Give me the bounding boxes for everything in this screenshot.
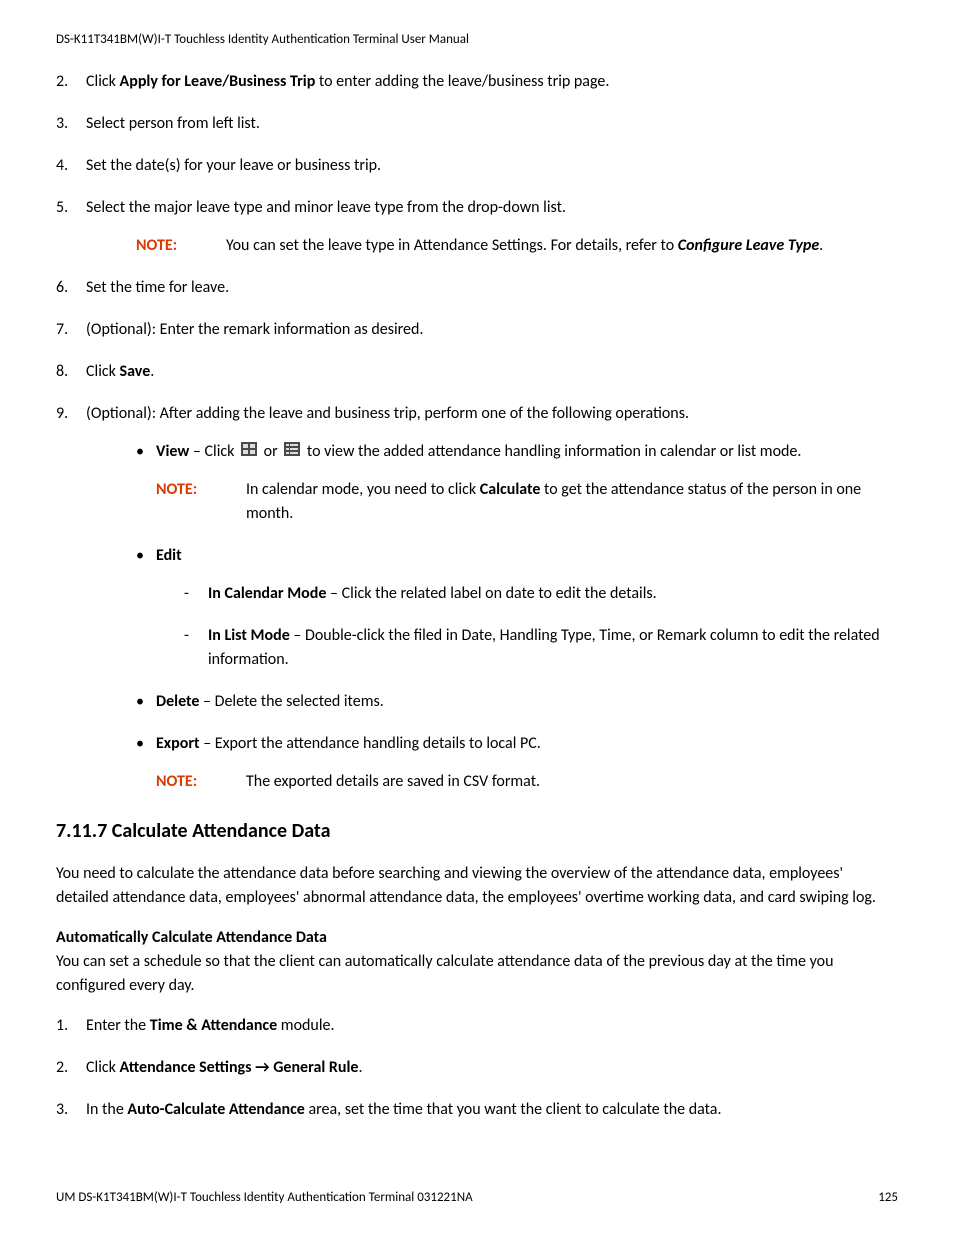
- step-text: Click: [86, 1058, 120, 1077]
- sub-heading: Automatically Calculate Attendance Data: [56, 926, 898, 950]
- step-text: module.: [277, 1016, 334, 1035]
- auto-step-2: 2. Click Attendance Settings → General R…: [56, 1056, 898, 1080]
- note-ref: Configure Leave Type: [678, 236, 819, 255]
- step-number: 5.: [56, 196, 68, 220]
- bullet-label: Delete: [156, 692, 199, 711]
- step-text: Enter the: [86, 1016, 150, 1035]
- step-7: 7. (Optional): Enter the remark informat…: [56, 318, 898, 342]
- dash-calendar-mode: In Calendar Mode – Click the related lab…: [184, 582, 898, 606]
- note-text: .: [819, 236, 823, 255]
- note-content: The exported details are saved in CSV fo…: [246, 770, 898, 794]
- note-content: You can set the leave type in Attendance…: [226, 234, 898, 258]
- step-3: 3. Select person from left list.: [56, 112, 898, 136]
- page-header: DS-K11T341BM(W)I-T Touchless Identity Au…: [56, 30, 898, 50]
- step-text: Set the time for leave.: [86, 278, 229, 297]
- list-view-icon: [284, 440, 300, 464]
- step-text: Select the major leave type and minor le…: [86, 198, 566, 217]
- bullet-text: – Click: [189, 442, 238, 461]
- bullet-edit: Edit In Calendar Mode – Click the relate…: [136, 544, 898, 672]
- dash-text: – Double-click the filed in Date, Handli…: [208, 626, 880, 669]
- note-block: NOTE: The exported details are saved in …: [156, 770, 898, 794]
- procedure-list: 2. Click Apply for Leave/Business Trip t…: [56, 70, 898, 794]
- step-number: 2.: [56, 70, 68, 94]
- step-text: Click: [86, 72, 120, 91]
- step-number: 9.: [56, 402, 68, 426]
- step-bold: Auto-Calculate Attendance: [127, 1100, 304, 1119]
- note-block: NOTE: In calendar mode, you need to clic…: [156, 478, 898, 526]
- auto-step-3: 3. In the Auto-Calculate Attendance area…: [56, 1098, 898, 1122]
- step-number: 3.: [56, 1098, 68, 1122]
- step-number: 3.: [56, 112, 68, 136]
- step-text: In the: [86, 1100, 127, 1119]
- step-8: 8. Click Save.: [56, 360, 898, 384]
- step-bold: Apply for Leave/Business Trip: [120, 72, 316, 91]
- step-number: 2.: [56, 1056, 68, 1080]
- step-text: to enter adding the leave/business trip …: [315, 72, 609, 91]
- sub-bullet-list: View – Click or to view the added attend…: [86, 440, 898, 794]
- bullet-export: Export – Export the attendance handling …: [136, 732, 898, 794]
- step-text: Click: [86, 362, 120, 381]
- step-text: area, set the time that you want the cli…: [305, 1100, 722, 1119]
- step-text: (Optional): Enter the remark information…: [86, 320, 423, 339]
- calendar-view-icon: [241, 440, 257, 464]
- step-bold: Time & Attendance: [150, 1016, 277, 1035]
- note-text: In calendar mode, you need to click: [246, 480, 480, 499]
- step-text: Set the date(s) for your leave or busine…: [86, 156, 381, 175]
- bullet-text: or: [260, 442, 281, 461]
- page-number: 125: [878, 1188, 898, 1208]
- step-number: 6.: [56, 276, 68, 300]
- bullet-label: Edit: [156, 546, 182, 565]
- step-text: Select person from left list.: [86, 114, 260, 133]
- sub-text: You can set a schedule so that the clien…: [56, 950, 898, 998]
- step-4: 4. Set the date(s) for your leave or bus…: [56, 154, 898, 178]
- section-heading: 7.11.7 Calculate Attendance Data: [56, 816, 898, 846]
- bullet-view: View – Click or to view the added attend…: [136, 440, 898, 526]
- bullet-delete: Delete – Delete the selected items.: [136, 690, 898, 714]
- step-5: 5. Select the major leave type and minor…: [56, 196, 898, 258]
- page-footer: UM DS-K1T341BM(W)I-T Touchless Identity …: [56, 1188, 898, 1208]
- step-text: .: [358, 1058, 362, 1077]
- footer-left: UM DS-K1T341BM(W)I-T Touchless Identity …: [56, 1188, 473, 1208]
- step-number: 8.: [56, 360, 68, 384]
- bullet-text: to view the added attendance handling in…: [303, 442, 801, 461]
- dash-list-mode: In List Mode – Double-click the filed in…: [184, 624, 898, 672]
- note-label: NOTE:: [136, 234, 226, 258]
- step-number: 1.: [56, 1014, 68, 1038]
- note-text: The exported details are saved in CSV fo…: [246, 772, 540, 791]
- bullet-label: View: [156, 442, 189, 461]
- note-content: In calendar mode, you need to click Calc…: [246, 478, 898, 526]
- dash-text: – Click the related label on date to edi…: [326, 584, 656, 603]
- note-text: You can set the leave type in Attendance…: [226, 236, 678, 255]
- note-label: NOTE:: [156, 770, 246, 794]
- step-bold: Attendance Settings → General Rule: [120, 1058, 359, 1077]
- bullet-text: – Export the attendance handling details…: [200, 734, 541, 753]
- step-text: .: [150, 362, 154, 381]
- section-intro: You need to calculate the attendance dat…: [56, 862, 898, 910]
- note-bold: Calculate: [480, 480, 541, 499]
- note-label: NOTE:: [156, 478, 246, 526]
- auto-calc-list: 1. Enter the Time & Attendance module. 2…: [56, 1014, 898, 1122]
- step-text: (Optional): After adding the leave and b…: [86, 404, 689, 423]
- step-9: 9. (Optional): After adding the leave an…: [56, 402, 898, 794]
- auto-step-1: 1. Enter the Time & Attendance module.: [56, 1014, 898, 1038]
- dash-list: In Calendar Mode – Click the related lab…: [156, 582, 898, 672]
- step-2: 2. Click Apply for Leave/Business Trip t…: [56, 70, 898, 94]
- step-6: 6. Set the time for leave.: [56, 276, 898, 300]
- step-bold: Save: [120, 362, 151, 381]
- note-block: NOTE: You can set the leave type in Atte…: [86, 234, 898, 258]
- dash-bold: In Calendar Mode: [208, 584, 326, 603]
- bullet-label: Export: [156, 734, 200, 753]
- bullet-text: – Delete the selected items.: [199, 692, 383, 711]
- step-number: 7.: [56, 318, 68, 342]
- step-number: 4.: [56, 154, 68, 178]
- dash-bold: In List Mode: [208, 626, 290, 645]
